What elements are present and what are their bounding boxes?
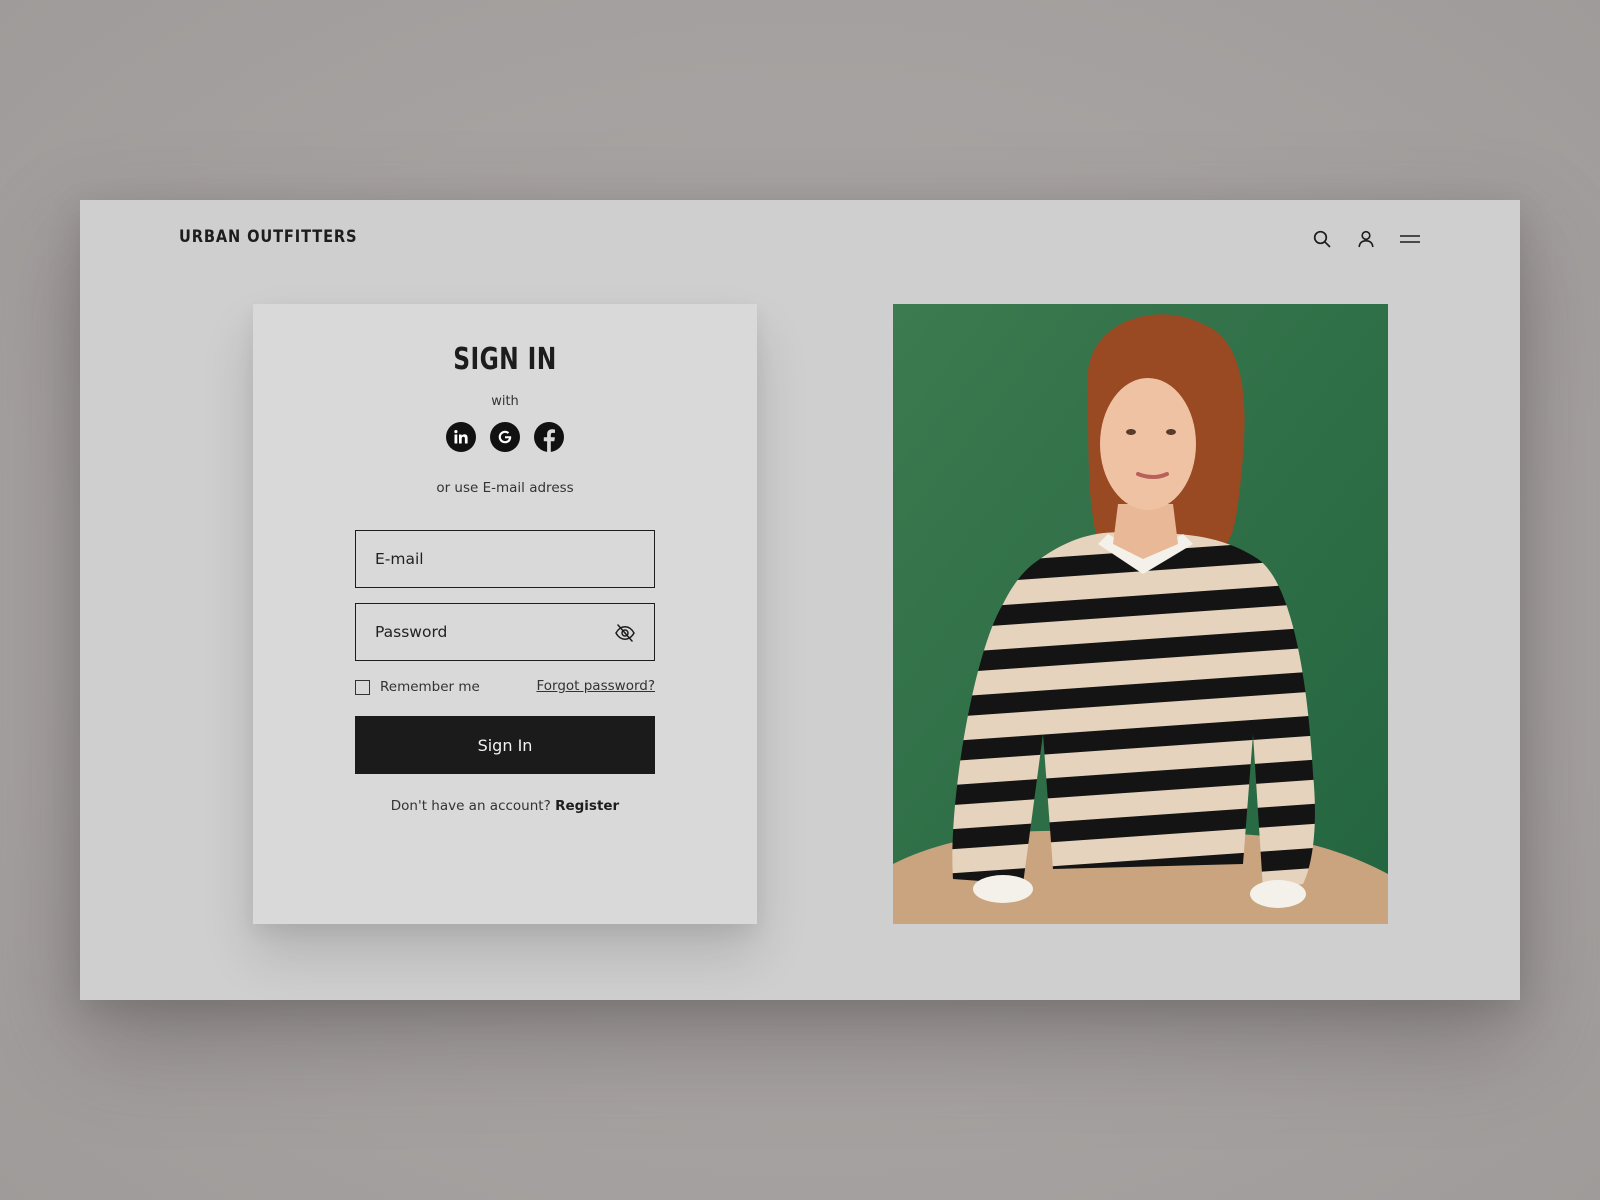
no-account-label: Don't have an account? [390,798,551,814]
user-icon[interactable] [1354,227,1378,251]
search-icon[interactable] [1310,227,1334,251]
register-link[interactable]: Register [555,798,619,814]
page-title: SIGN IN [453,342,557,377]
signin-card: SIGN IN with or use E-mail adress E-mail… [253,304,757,924]
forgot-password-link[interactable]: Forgot password? [536,678,655,694]
password-input[interactable] [356,604,654,660]
app-window: URBAN OUTFITTERS SIGN IN with or use E-m… [80,200,1520,1000]
fashion-photo [893,304,1388,924]
email-divider-label: or use E-mail adress [436,480,574,496]
eye-off-icon[interactable] [614,623,636,643]
linkedin-icon[interactable] [446,422,476,452]
register-row: Don't have an account? Register [253,798,757,814]
email-field[interactable] [355,530,655,588]
brand-logo[interactable]: URBAN OUTFITTERS [179,227,357,247]
facebook-icon[interactable] [534,422,564,452]
social-login-group [253,422,757,452]
menu-icon[interactable] [1398,227,1422,251]
remember-me-label[interactable]: Remember me [380,679,480,695]
header-actions [1310,227,1430,251]
backdrop: URBAN OUTFITTERS SIGN IN with or use E-m… [0,0,1600,1200]
password-field[interactable] [355,603,655,661]
sign-in-button[interactable]: Sign In [355,716,655,774]
remember-me-checkbox[interactable] [355,679,370,695]
with-label: with [491,394,519,409]
email-input[interactable] [356,531,654,587]
google-icon[interactable] [490,422,520,452]
remember-me-row: Remember me [355,678,480,696]
